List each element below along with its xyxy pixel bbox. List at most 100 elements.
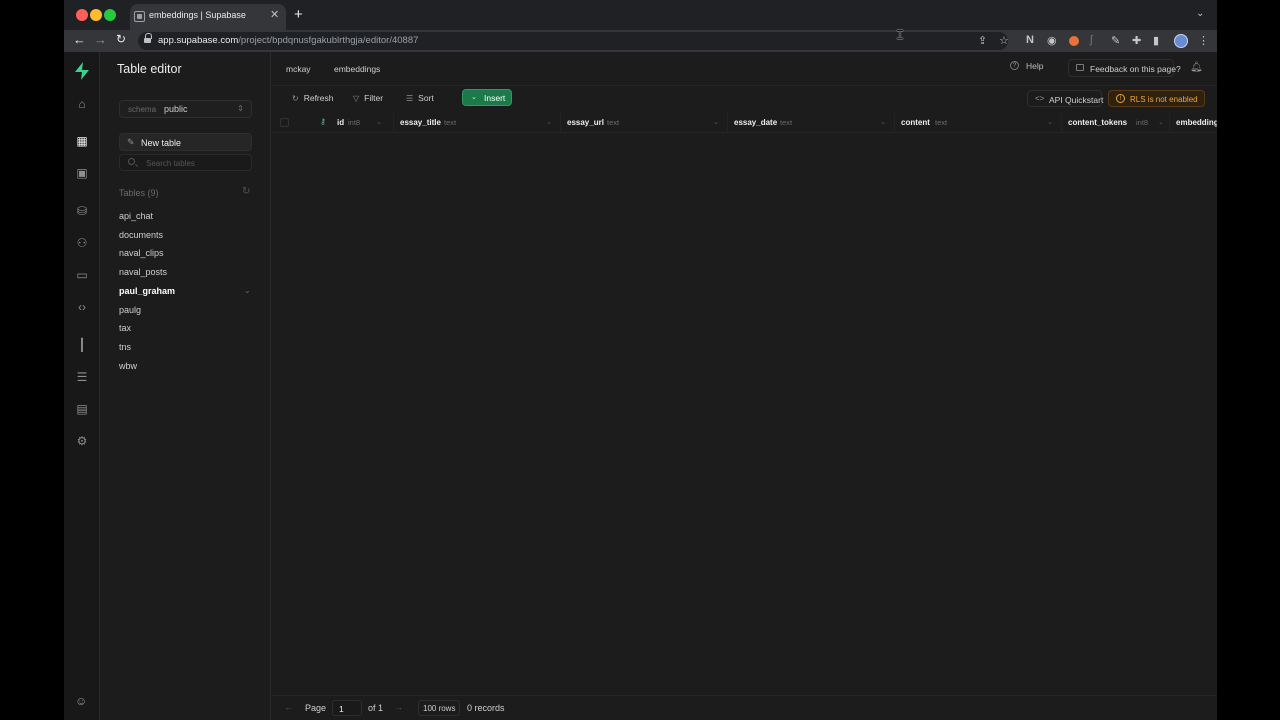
lock-icon[interactable] bbox=[144, 33, 152, 44]
back-button[interactable]: ← bbox=[73, 32, 86, 47]
tab-search-chevron-icon[interactable]: ⌄ bbox=[1196, 8, 1204, 19]
filter-button[interactable]: ▽ Filter bbox=[353, 93, 383, 107]
column-type: text bbox=[607, 118, 620, 127]
refresh-button[interactable]: ↻ Refresh bbox=[292, 93, 333, 107]
sql-editor-icon[interactable]: ▣ bbox=[74, 165, 90, 181]
forward-button[interactable]: → bbox=[94, 32, 107, 47]
home-icon[interactable]: ⌂ bbox=[74, 96, 90, 112]
supabase-favicon-icon bbox=[134, 11, 145, 22]
chevron-down-icon[interactable]: ⌄ bbox=[1047, 118, 1053, 126]
extension-icon[interactable]: ◉ bbox=[1047, 34, 1057, 47]
insert-button[interactable]: ⌄ Insert bbox=[462, 89, 512, 106]
settings-gear-icon[interactable]: ⚙ bbox=[74, 433, 90, 449]
column-header-content-tokens[interactable]: content_tokens int8 ⌄ bbox=[1062, 113, 1170, 133]
next-page-arrow-icon[interactable]: → bbox=[394, 702, 403, 712]
table-item-label: wbw bbox=[119, 361, 138, 371]
select-all-checkbox[interactable] bbox=[280, 118, 289, 127]
browser-menu-icon[interactable]: ⋮ bbox=[1198, 34, 1209, 47]
browser-toolbar: ← → ↻ app.supabase.com/project/bpdqnusfg… bbox=[64, 30, 1217, 52]
refresh-tables-icon[interactable]: ↻ bbox=[242, 186, 250, 197]
reports-icon[interactable]: ┃ bbox=[74, 337, 90, 353]
feedback-button[interactable]: Feedback on this page? bbox=[1068, 59, 1181, 77]
url-text[interactable]: app.supabase.com/project/bpdqnusfgakublr… bbox=[158, 35, 418, 46]
column-name: content bbox=[901, 118, 930, 127]
sidebar-item-paul-graham[interactable]: paul_graham ⌄ bbox=[119, 284, 259, 300]
column-header-embedding[interactable]: embedding bbox=[1170, 113, 1217, 133]
sidepanel-icon[interactable]: ▮ bbox=[1153, 34, 1159, 47]
column-header-id[interactable]: ⚷ id int8 ⌄ bbox=[314, 113, 394, 133]
functions-icon[interactable]: ‹› bbox=[74, 299, 90, 315]
rows-per-page-button[interactable]: 100 rows bbox=[418, 700, 460, 716]
edit-icon: ✎ bbox=[127, 137, 135, 147]
column-header-content[interactable]: content text ⌄ bbox=[895, 113, 1062, 133]
chevron-down-icon[interactable]: ⌄ bbox=[244, 286, 251, 295]
notion-extension-icon[interactable]: N bbox=[1026, 34, 1034, 46]
api-quickstart-label: API Quickstart bbox=[1049, 95, 1104, 105]
breadcrumb-project[interactable]: embeddings bbox=[334, 64, 380, 74]
puzzle-extensions-icon[interactable]: ✚ bbox=[1132, 34, 1141, 47]
sidebar-item-tns[interactable]: tns bbox=[119, 340, 259, 356]
api-quickstart-button[interactable]: <> API Quickstart bbox=[1027, 90, 1104, 107]
supabase-app: ⌂ ▦ ▣ ⛁ ⚇ ▭ ‹› ┃ ☰ ▤ ⚙ ☺ Table editor sc… bbox=[64, 52, 1217, 720]
reload-button[interactable]: ↻ bbox=[116, 32, 126, 46]
notifications-bell-icon[interactable]: 🔔︎ bbox=[1190, 62, 1203, 73]
supabase-logo-icon[interactable] bbox=[74, 62, 90, 80]
column-header-essay-title[interactable]: essay_title text ⌄ bbox=[394, 113, 561, 133]
window-zoom-button[interactable] bbox=[104, 9, 116, 21]
chevron-down-icon[interactable]: ⌄ bbox=[713, 118, 719, 126]
chevron-down-icon[interactable]: ⌄ bbox=[546, 118, 552, 126]
sort-button[interactable]: ☰ Sort bbox=[406, 93, 434, 107]
chevron-down-icon[interactable]: ⌄ bbox=[1158, 118, 1164, 126]
column-name: id bbox=[337, 118, 345, 127]
share-icon[interactable]: ⇪ bbox=[978, 34, 987, 47]
new-tab-button[interactable]: + bbox=[294, 6, 303, 23]
metamask-extension-icon[interactable] bbox=[1069, 36, 1079, 46]
chevron-down-icon[interactable]: ⌄ bbox=[880, 118, 886, 126]
tab-close-icon[interactable]: ✕ bbox=[270, 8, 279, 21]
refresh-icon: ↻ bbox=[292, 94, 299, 103]
search-tables-field[interactable] bbox=[119, 154, 252, 171]
sidebar-item-paulg[interactable]: paulg bbox=[119, 303, 259, 319]
storage-icon[interactable]: ▭ bbox=[74, 267, 90, 283]
window-minimize-button[interactable] bbox=[90, 9, 102, 21]
column-name: embedding bbox=[1176, 118, 1217, 127]
rls-warning-button[interactable]: ! RLS is not enabled bbox=[1108, 90, 1205, 107]
sidebar-item-api-chat[interactable]: api_chat bbox=[119, 209, 259, 225]
column-header-essay-url[interactable]: essay_url text ⌄ bbox=[561, 113, 728, 133]
window-close-button[interactable] bbox=[76, 9, 88, 21]
extension-icon[interactable]: ʃ bbox=[1090, 34, 1092, 46]
url-path: /project/bpdqnusfgakublrthgja/editor/408… bbox=[238, 35, 419, 46]
column-header-essay-date[interactable]: essay_date text ⌄ bbox=[728, 113, 895, 133]
docs-icon[interactable]: ▤ bbox=[74, 401, 90, 417]
sidebar-item-naval-clips[interactable]: naval_clips bbox=[119, 246, 259, 262]
users-icon[interactable]: ⚇ bbox=[74, 235, 90, 251]
search-tables-input[interactable] bbox=[146, 158, 246, 168]
browser-window: embeddings | Supabase ✕ + ⌄ ← → ↻ app.su… bbox=[64, 0, 1217, 720]
new-table-button[interactable]: ✎ New table bbox=[119, 133, 252, 151]
alert-icon: ! bbox=[1116, 94, 1125, 103]
table-editor-icon[interactable]: ▦ bbox=[74, 133, 90, 149]
profile-avatar[interactable] bbox=[1174, 34, 1188, 48]
table-item-label: documents bbox=[119, 230, 164, 240]
bookmark-star-icon[interactable]: ☆ bbox=[999, 34, 1009, 47]
sidebar-item-documents[interactable]: documents bbox=[119, 228, 259, 244]
account-user-icon[interactable]: ☺ bbox=[75, 694, 87, 708]
prev-page-arrow-icon[interactable]: ← bbox=[284, 702, 293, 712]
sidebar-item-naval-posts[interactable]: naval_posts bbox=[119, 265, 259, 281]
sidebar-item-wbw[interactable]: wbw bbox=[119, 359, 259, 375]
browser-tabstrip: embeddings | Supabase ✕ + ⌄ bbox=[64, 0, 1217, 30]
database-icon[interactable]: ⛁ bbox=[74, 203, 90, 219]
page-number-input[interactable]: 1 bbox=[332, 700, 362, 716]
logs-icon[interactable]: ☰ bbox=[74, 369, 90, 385]
page-number-value: 1 bbox=[339, 704, 344, 714]
sort-icon: ☰ bbox=[406, 94, 414, 103]
table-item-label: tax bbox=[119, 323, 132, 333]
table-item-label: naval_clips bbox=[119, 248, 164, 258]
column-type: text bbox=[780, 118, 793, 127]
chevron-down-icon[interactable]: ⌄ bbox=[376, 118, 382, 126]
sidebar-item-tax[interactable]: tax bbox=[119, 321, 259, 337]
breadcrumb-org[interactable]: mckay bbox=[286, 64, 311, 74]
table-item-label: paul_graham bbox=[119, 286, 176, 296]
pen-extension-icon[interactable]: ✎ bbox=[1111, 34, 1120, 47]
schema-select[interactable]: schema public ⇕ bbox=[119, 100, 252, 118]
